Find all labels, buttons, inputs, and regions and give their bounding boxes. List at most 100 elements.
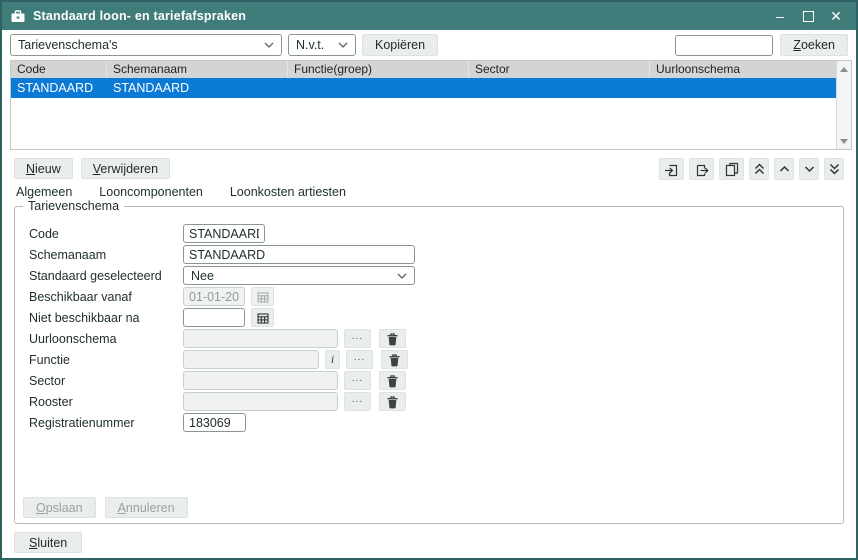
cell-schemanaam: STANDAARD bbox=[107, 81, 288, 95]
column-header-schemanaam[interactable]: Schemanaam bbox=[107, 61, 288, 78]
rooster-clear-button[interactable] bbox=[379, 392, 406, 411]
new-button-label: Nieuw bbox=[26, 162, 61, 176]
uurloonschema-clear-button[interactable] bbox=[379, 329, 406, 348]
standaard-geselecteerd-label: Standaard geselecteerd bbox=[29, 269, 183, 283]
delete-button[interactable]: Verwijderen bbox=[81, 158, 170, 179]
chevron-down-icon bbox=[258, 42, 274, 48]
import-button[interactable] bbox=[659, 158, 684, 180]
trash-icon bbox=[388, 353, 401, 367]
rooster-lookup-button[interactable]: ... bbox=[344, 392, 371, 411]
groupbox-legend: Tarievenschema bbox=[23, 199, 124, 213]
form-actions: Opslaan Annuleren bbox=[23, 497, 188, 518]
functie-label: Functie bbox=[29, 353, 183, 367]
next-record-button[interactable] bbox=[799, 158, 819, 180]
niet-beschikbaar-na-field[interactable] bbox=[183, 308, 245, 327]
navigation-icons bbox=[659, 158, 844, 180]
registratienummer-label: Registratienummer bbox=[29, 416, 183, 430]
functie-lookup-button[interactable]: ... bbox=[346, 350, 373, 369]
scroll-up-icon[interactable] bbox=[837, 62, 851, 76]
chevron-down-icon bbox=[332, 42, 348, 48]
sector-field bbox=[183, 371, 338, 390]
tab-bar: Algemeen Looncomponenten Loonkosten arti… bbox=[16, 185, 346, 199]
table-row-selected[interactable]: STANDAARD STANDAARD bbox=[11, 78, 836, 98]
title-bar: Standaard loon- en tariefafspraken – ✕ bbox=[2, 2, 856, 30]
toolbar: Tarievenschema's N.v.t. Kopiëren Zoeken bbox=[10, 34, 848, 56]
close-dialog-button[interactable]: Sluiten bbox=[14, 532, 82, 553]
minimize-button[interactable]: – bbox=[768, 5, 792, 27]
table-scrollbar[interactable] bbox=[836, 61, 851, 149]
code-field[interactable] bbox=[183, 224, 265, 243]
chevron-double-down-icon bbox=[828, 163, 841, 175]
table-header: Code Schemanaam Functie(groep) Sector Uu… bbox=[11, 61, 836, 78]
sector-lookup-button[interactable]: ... bbox=[344, 371, 371, 390]
chevron-down-icon bbox=[391, 273, 407, 279]
cancel-button[interactable]: Annuleren bbox=[105, 497, 188, 518]
dialog-window: Standaard loon- en tariefafspraken – ✕ T… bbox=[0, 0, 858, 560]
trash-icon bbox=[386, 395, 399, 409]
trash-icon bbox=[386, 332, 399, 346]
tab-algemeen[interactable]: Algemeen bbox=[16, 185, 72, 199]
search-button-label: Zoeken bbox=[793, 38, 835, 52]
functie-info-button[interactable]: i bbox=[325, 350, 340, 369]
record-actions: Nieuw Verwijderen bbox=[14, 158, 170, 179]
rooster-label: Rooster bbox=[29, 395, 183, 409]
save-button-label: Opslaan bbox=[36, 501, 83, 515]
tarievenschema-groupbox: Tarievenschema Code Schemanaam Standaard… bbox=[14, 206, 844, 524]
standaard-geselecteerd-value: Nee bbox=[191, 269, 214, 283]
functie-field bbox=[183, 350, 319, 369]
import-icon bbox=[664, 162, 679, 177]
close-button[interactable]: ✕ bbox=[824, 5, 848, 27]
column-header-uurloonschema[interactable]: Uurloonschema bbox=[650, 61, 836, 78]
beschikbaar-vanaf-field bbox=[183, 287, 245, 306]
export-icon bbox=[694, 162, 709, 177]
maximize-button[interactable] bbox=[796, 5, 820, 27]
last-record-button[interactable] bbox=[824, 158, 844, 180]
registratienummer-field[interactable] bbox=[183, 413, 246, 432]
uurloonschema-field bbox=[183, 329, 338, 348]
rooster-field bbox=[183, 392, 338, 411]
sector-clear-button[interactable] bbox=[379, 371, 406, 390]
tab-looncomponenten[interactable]: Looncomponenten bbox=[99, 185, 203, 199]
trash-icon bbox=[386, 374, 399, 388]
sector-label: Sector bbox=[29, 374, 183, 388]
tab-loonkosten-artiesten[interactable]: Loonkosten artiesten bbox=[230, 185, 346, 199]
uurloonschema-label: Uurloonschema bbox=[29, 332, 183, 346]
schemanaam-label: Schemanaam bbox=[29, 248, 183, 262]
close-dialog-button-label: Sluiten bbox=[29, 536, 67, 550]
schema-type-select[interactable]: Tarievenschema's bbox=[10, 34, 282, 56]
duplicate-button[interactable] bbox=[719, 158, 744, 180]
first-record-button[interactable] bbox=[749, 158, 769, 180]
new-button[interactable]: Nieuw bbox=[14, 158, 73, 179]
beschikbaar-vanaf-label: Beschikbaar vanaf bbox=[29, 290, 183, 304]
footer: Sluiten bbox=[14, 532, 82, 553]
copy-button[interactable]: Kopiëren bbox=[362, 34, 438, 56]
maximize-icon bbox=[803, 11, 814, 22]
calendar-icon bbox=[257, 291, 269, 303]
schemanaam-field[interactable] bbox=[183, 245, 415, 264]
copy-icon bbox=[725, 162, 739, 177]
column-header-code[interactable]: Code bbox=[11, 61, 107, 78]
window-title: Standaard loon- en tariefafspraken bbox=[33, 9, 761, 23]
scroll-down-icon[interactable] bbox=[837, 134, 851, 148]
copy-button-label: Kopiëren bbox=[375, 38, 425, 52]
functie-clear-button[interactable] bbox=[381, 350, 408, 369]
cancel-button-label: Annuleren bbox=[118, 501, 175, 515]
column-header-sector[interactable]: Sector bbox=[469, 61, 650, 78]
search-button[interactable]: Zoeken bbox=[780, 34, 848, 56]
export-button[interactable] bbox=[689, 158, 714, 180]
filter-select-value: N.v.t. bbox=[296, 38, 324, 52]
beschikbaar-vanaf-calendar-button bbox=[251, 287, 274, 306]
schema-type-select-value: Tarievenschema's bbox=[18, 38, 118, 52]
niet-beschikbaar-na-calendar-button[interactable] bbox=[251, 308, 274, 327]
column-header-functiegroep[interactable]: Functie(groep) bbox=[288, 61, 469, 78]
standaard-geselecteerd-select[interactable]: Nee bbox=[183, 266, 415, 285]
cell-code: STANDAARD bbox=[11, 81, 107, 95]
filter-select[interactable]: N.v.t. bbox=[288, 34, 356, 56]
calendar-icon bbox=[257, 312, 269, 324]
previous-record-button[interactable] bbox=[774, 158, 794, 180]
search-input[interactable] bbox=[675, 35, 773, 56]
uurloonschema-lookup-button[interactable]: ... bbox=[344, 329, 371, 348]
chevron-double-up-icon bbox=[753, 163, 766, 175]
save-button[interactable]: Opslaan bbox=[23, 497, 96, 518]
chevron-down-icon bbox=[803, 165, 816, 173]
